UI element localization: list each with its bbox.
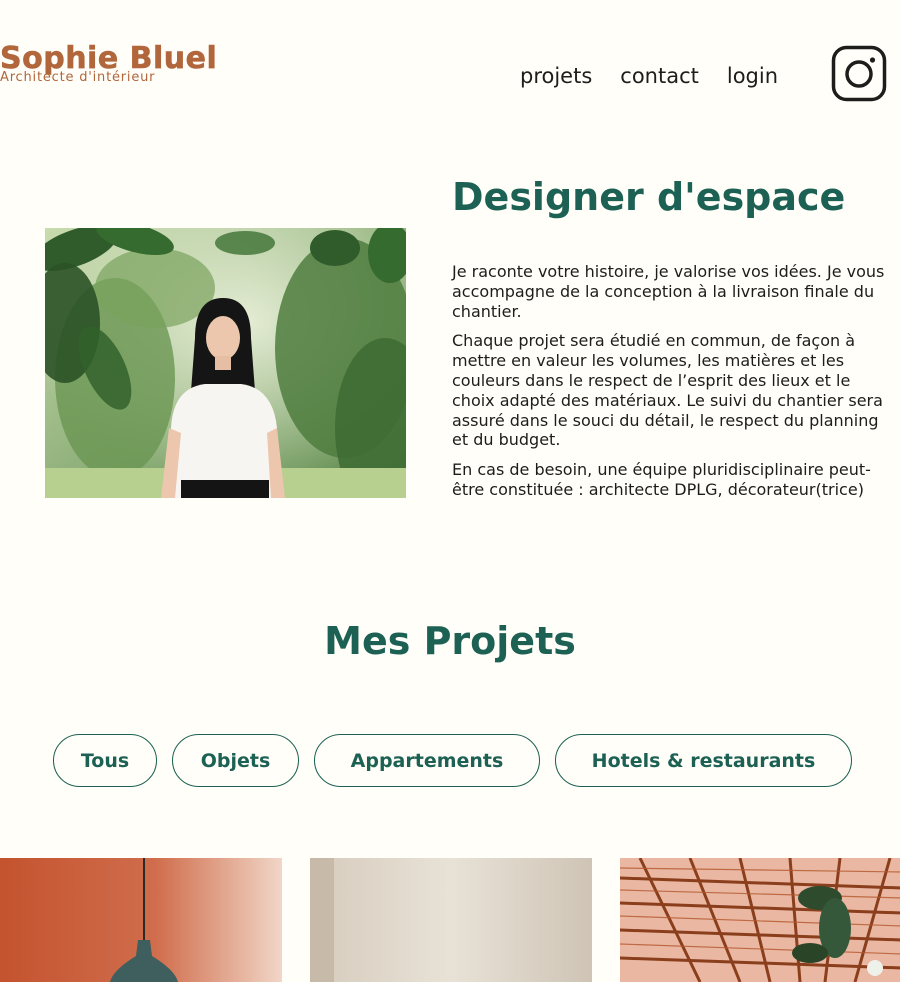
intro-title: Designer d'espace xyxy=(452,175,846,219)
intro-paragraph: Je raconte votre histoire, je valorise v… xyxy=(452,262,885,321)
gallery-item[interactable] xyxy=(620,858,900,982)
gallery-item[interactable] xyxy=(310,858,592,982)
architect-portrait-photo xyxy=(45,228,406,498)
main-nav: projets contact login xyxy=(520,62,778,90)
nav-link-login[interactable]: login xyxy=(727,62,778,90)
project-image xyxy=(0,858,282,982)
project-image xyxy=(310,858,592,982)
gallery-item[interactable] xyxy=(0,858,282,982)
projects-title: Mes Projets xyxy=(324,619,576,663)
instagram-icon-graphic xyxy=(831,45,887,102)
intro-paragraph: En cas de besoin, une équipe pluridiscip… xyxy=(452,460,871,499)
nav-link-contact[interactable]: contact xyxy=(620,62,699,90)
project-image xyxy=(620,858,900,982)
brand-logo[interactable]: Sophie Bluel Architecte d'intérieur xyxy=(0,41,320,85)
intro-paragraph: Chaque projet sera étudié en commun, de … xyxy=(452,331,883,450)
project-gallery xyxy=(0,858,900,982)
project-filters: Tous Objets Appartements Hotels & restau… xyxy=(53,734,852,787)
portrait-illustration xyxy=(45,228,406,498)
instagram-icon[interactable] xyxy=(831,45,887,102)
nav-link-projets[interactable]: projets xyxy=(520,62,592,90)
filter-button-appartements[interactable]: Appartements xyxy=(314,734,540,787)
intro-text: Je raconte votre histoire, je valorise v… xyxy=(452,262,892,510)
filter-button-objets[interactable]: Objets xyxy=(172,734,299,787)
filter-button-hotels-restaurants[interactable]: Hotels & restaurants xyxy=(555,734,852,787)
filter-button-tous[interactable]: Tous xyxy=(53,734,157,787)
